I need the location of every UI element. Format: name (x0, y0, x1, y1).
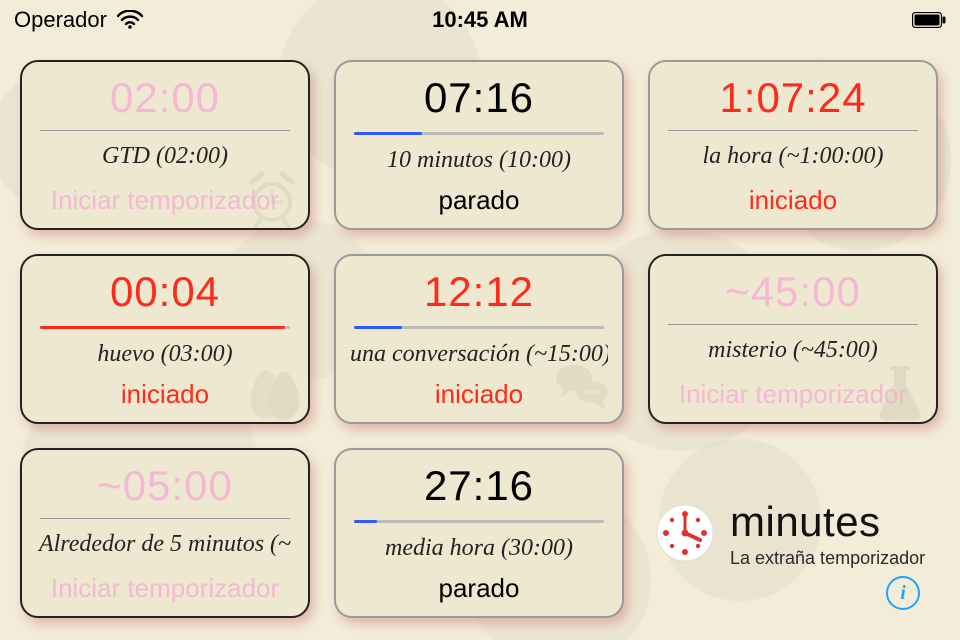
timer-time: 00:04 (36, 268, 294, 316)
timer-time: ~45:00 (664, 268, 922, 316)
timer-label: Alrededor de 5 minutos (~ (36, 531, 294, 558)
timer-card[interactable]: ~05:00 Alrededor de 5 minutos (~ Iniciar t… (20, 448, 310, 618)
app-title: minutes (730, 498, 925, 546)
timer-divider (40, 518, 290, 519)
timer-time: 1:07:24 (664, 74, 922, 122)
timer-time: 27:16 (350, 462, 608, 510)
alarm-icon (242, 168, 302, 228)
timer-label: media hora (30:00) (350, 535, 608, 562)
status-bar: Operador 10:45 AM (0, 0, 960, 40)
timer-divider (40, 130, 290, 131)
timer-card[interactable]: 27:16 media hora (30:00) parado (334, 448, 624, 618)
timer-time: 02:00 (36, 74, 294, 122)
info-button[interactable]: i (886, 576, 920, 610)
statusbar-time: 10:45 AM (0, 7, 960, 33)
timer-time: 12:12 (350, 268, 608, 316)
timer-label: GTD (02:00) (36, 143, 294, 170)
timer-card[interactable]: ~45:00misterio (~45:00)Iniciar temporiza… (648, 254, 938, 424)
timer-label: 10 minutos (10:00) (350, 147, 608, 174)
timer-card[interactable]: 00:04huevo (03:00)iniciado (20, 254, 310, 424)
timer-divider (668, 130, 918, 131)
timer-progress (354, 132, 604, 135)
timer-card[interactable]: 07:16 10 minutos (10:00) parado (334, 60, 624, 230)
app-logo-icon (654, 502, 716, 564)
app-brand: minutesLa extraña temporizador i (648, 448, 938, 618)
egg-icon (242, 362, 302, 422)
timer-label: la hora (~1:00:00) (664, 143, 922, 170)
timer-status: iniciado (664, 185, 922, 216)
timer-status: parado (350, 573, 608, 604)
timer-card[interactable]: 02:00GTD (02:00)Iniciar temporizador (20, 60, 310, 230)
timer-label: misterio (~45:00) (664, 337, 922, 364)
flask-icon (870, 362, 930, 422)
timer-time: ~05:00 (36, 462, 294, 510)
timer-progress (40, 326, 290, 329)
timer-progress (354, 520, 604, 523)
timer-progress (354, 326, 604, 329)
timer-status: parado (350, 185, 608, 216)
timer-time: 07:16 (350, 74, 608, 122)
timer-card[interactable]: 12:12una conversación (~15:00)iniciado (334, 254, 624, 424)
timer-status: Iniciar temporizador (36, 573, 294, 604)
app-subtitle: La extraña temporizador (730, 548, 925, 569)
chat-icon (552, 354, 612, 414)
timer-card[interactable]: 1:07:24 la hora (~1:00:00) iniciado (648, 60, 938, 230)
timer-divider (668, 324, 918, 325)
timer-grid: 02:00 GTD (02:00) Iniciar temporizador 07:1… (0, 40, 960, 640)
